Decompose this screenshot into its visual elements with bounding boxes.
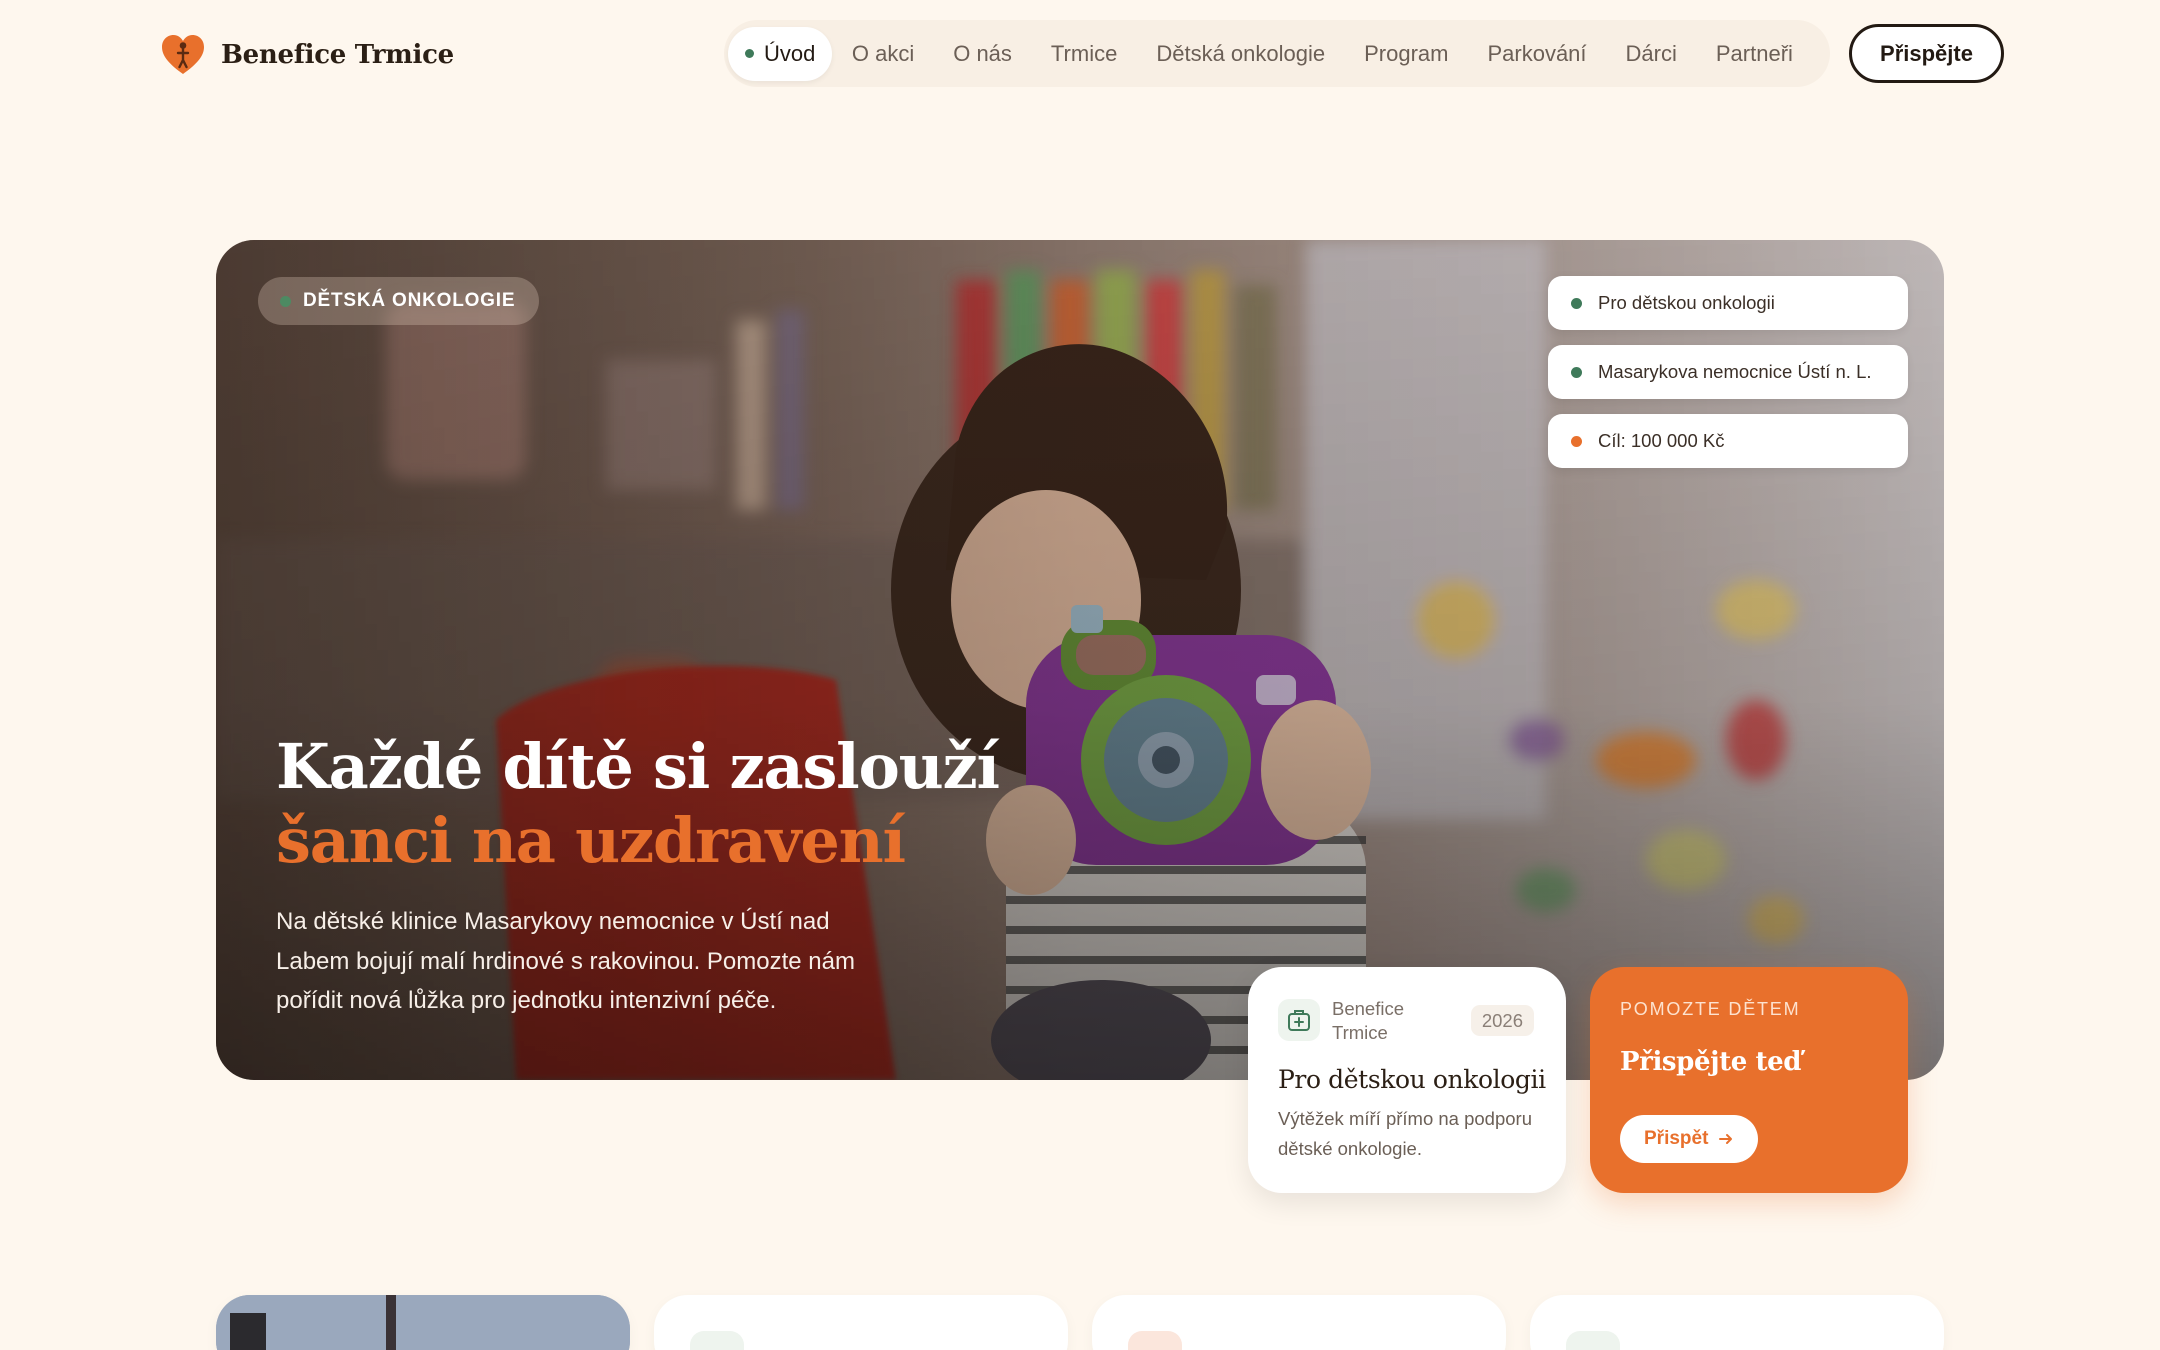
orange-dot-icon [1571, 435, 1582, 447]
info-pill: Masarykova nemocnice Ústí n. L. [1548, 345, 1908, 399]
nav-item-darci[interactable]: Dárci [1606, 27, 1696, 81]
nav-item-partneri[interactable]: Partneři [1696, 27, 1812, 81]
badge-label: DĚTSKÁ ONKOLOGIE [303, 290, 516, 311]
hero-lead-text: Na dětské klinice Masarykovy nemocnice v… [276, 908, 855, 1014]
hero-banner: DĚTSKÁ ONKOLOGIE Pro dětskou onkologii M… [216, 240, 1944, 1080]
donate-button-label: Přispět [1644, 1128, 1709, 1149]
feature-icon [1566, 1331, 1620, 1350]
card-organizer: Benefice Trmice [1332, 998, 1404, 1043]
arrow-right-icon [1719, 1134, 1733, 1144]
pill-label: Pro dětskou onkologii [1598, 292, 1775, 313]
donate-header-button[interactable]: Přispějte [1849, 24, 2004, 83]
feature-icon [690, 1331, 744, 1350]
badge-dot-icon [280, 295, 291, 307]
card-title: Pro dětskou onkologii [1278, 1065, 1546, 1094]
green-dot-icon [1571, 297, 1582, 309]
pill-label: Masarykova nemocnice Ústí n. L. [1598, 361, 1872, 382]
green-dot-icon [1571, 366, 1582, 378]
nav-item-o-nas[interactable]: O nás [934, 27, 1032, 81]
pill-label: Cíl: 100 000 Kč [1598, 430, 1725, 451]
nav-item-uvod[interactable]: Úvod [728, 26, 833, 81]
nav-item-o-akci[interactable]: O akci [832, 27, 933, 81]
feature-card-photo [216, 1295, 630, 1350]
headline-line-1: Každé dítě si zaslouží [276, 730, 1000, 803]
brand-logo[interactable]: Benefice Trmice [159, 30, 454, 80]
donate-card: POMOZTE DĚTEM Přispějte teď Přispět [1590, 967, 1908, 1193]
campaign-info-card: Benefice Trmice 2026 Pro dětskou onkolog… [1248, 967, 1566, 1193]
nav-item-program[interactable]: Program [1345, 27, 1468, 81]
brand-name: Benefice Trmice [221, 40, 454, 70]
info-pill: Cíl: 100 000 Kč [1548, 414, 1908, 468]
feature-card [1092, 1295, 1506, 1350]
nav-item-trmice[interactable]: Trmice [1031, 27, 1136, 81]
headline-line-2: šanci na uzdravení [276, 804, 906, 877]
donate-eyebrow: POMOZTE DĚTEM [1620, 999, 1801, 1019]
main-nav: Úvod O akci O nás Trmice Dětská onkologi… [724, 20, 1830, 87]
card-description: Výtěžek míří přímo na podporu dětské onk… [1278, 1108, 1532, 1159]
medical-bag-icon [1278, 999, 1320, 1041]
heart-logo-icon [162, 35, 204, 74]
feature-card [1530, 1295, 1944, 1350]
hero-headline: Každé dítě si zaslouží šanci na uzdraven… [276, 730, 1000, 878]
nav-item-detska-onkologie[interactable]: Dětská onkologie [1137, 27, 1345, 81]
photo-thumbnail [216, 1295, 630, 1350]
info-pill: Pro dětskou onkologii [1548, 276, 1908, 330]
year-badge: 2026 [1470, 1005, 1534, 1036]
category-badge: DĚTSKÁ ONKOLOGIE [258, 277, 540, 325]
nav-label: Úvod [764, 40, 816, 66]
feature-card [654, 1295, 1068, 1350]
nav-item-parkovani[interactable]: Parkování [1468, 27, 1606, 81]
donate-title: Přispějte teď [1620, 1047, 1802, 1077]
feature-icon [1128, 1331, 1182, 1350]
active-dot-icon [745, 49, 754, 58]
donate-button[interactable]: Přispět [1620, 1115, 1759, 1163]
info-pills: Pro dětskou onkologii Masarykova nemocni… [1548, 276, 1908, 468]
